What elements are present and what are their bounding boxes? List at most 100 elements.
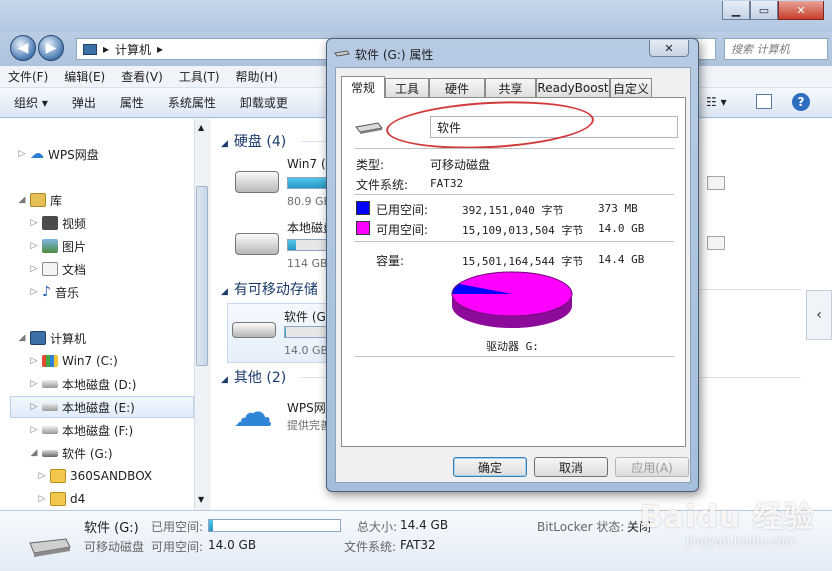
expand-arrow-icon[interactable]: ▷ xyxy=(28,218,40,228)
nav-pictures[interactable]: ▷ 图片 xyxy=(28,235,86,257)
expand-arrow-icon[interactable]: ▷ xyxy=(36,494,48,504)
details-free-value: 14.0 GB xyxy=(208,538,257,552)
details-fs-label: 文件系统: xyxy=(344,540,397,554)
expand-arrow-icon[interactable]: ▷ xyxy=(28,402,40,412)
minimize-button[interactable]: ▁ xyxy=(722,1,750,20)
nav-drive-g-label: 软件 (G:) xyxy=(62,446,113,461)
usb-drive-icon xyxy=(26,531,72,557)
menu-tools[interactable]: 工具(T) xyxy=(171,68,228,85)
view-options-icon[interactable]: ☷ ▾ xyxy=(706,95,727,109)
capacity-label: 容量: xyxy=(376,254,405,268)
expand-arrow-icon[interactable]: ▷ xyxy=(36,471,48,481)
collapse-arrow-icon[interactable]: ◢ xyxy=(16,333,28,343)
tab-hardware[interactable]: 硬件 xyxy=(429,78,485,97)
breadcrumb-computer[interactable]: 计算机 xyxy=(115,41,151,58)
cloud-icon: ☁ xyxy=(233,390,273,436)
search-input[interactable]: 搜索 计算机 xyxy=(724,38,828,60)
windows-drive-icon xyxy=(235,171,279,193)
nav-scrollbar-thumb[interactable] xyxy=(196,186,208,366)
minimize-icon: ▁ xyxy=(731,3,741,17)
nav-folder-360sandbox[interactable]: ▷ 360SANDBOX xyxy=(36,465,152,487)
expand-arrow-icon[interactable]: ▷ xyxy=(16,149,28,159)
free-label: 可用空间: xyxy=(376,223,429,237)
collapse-arrow-icon[interactable]: ◢ xyxy=(221,375,228,385)
scroll-up-icon[interactable]: ▲ xyxy=(198,123,204,132)
expand-arrow-icon[interactable]: ▷ xyxy=(28,425,40,435)
menu-file[interactable]: 文件(F) xyxy=(0,68,56,85)
free-bytes: 15,109,013,504 字节 xyxy=(462,224,584,237)
group-hard-disks-label: 硬盘 (4) xyxy=(233,134,287,150)
collapse-arrow-icon[interactable]: ◢ xyxy=(221,139,228,149)
video-icon xyxy=(42,216,58,230)
expand-arrow-icon[interactable]: ▷ xyxy=(28,241,40,251)
cancel-button[interactable]: 取消 xyxy=(534,457,608,477)
ok-button[interactable]: 确定 xyxy=(453,457,527,477)
menu-view[interactable]: 查看(V) xyxy=(113,68,171,85)
group-other[interactable]: ◢ 其他 (2) xyxy=(221,367,286,387)
drive-tile-c[interactable]: Win7 (C 80.9 GB xyxy=(231,157,334,209)
tab-general[interactable]: 常规 xyxy=(341,76,385,98)
maximize-button[interactable]: ▭ xyxy=(750,1,778,20)
nav-music[interactable]: ▷ ♪ 音乐 xyxy=(28,281,79,303)
system-properties-button[interactable]: 系统属性 xyxy=(154,94,226,111)
drive-tile-g[interactable]: 软件 (G 14.0 GB xyxy=(227,303,331,363)
group-removable[interactable]: ◢ 有可移动存储 xyxy=(221,279,318,299)
drive-usage-bar xyxy=(707,176,725,190)
close-button[interactable]: ✕ xyxy=(778,1,824,20)
computer-icon xyxy=(83,43,97,55)
nav-library[interactable]: ◢ 库 xyxy=(16,189,62,211)
nav-drive-f[interactable]: ▷ 本地磁盘 (F:) xyxy=(28,419,134,441)
collapse-arrow-icon[interactable]: ◢ xyxy=(221,287,228,297)
apply-button[interactable]: 应用(A) xyxy=(615,457,689,477)
menu-edit[interactable]: 编辑(E) xyxy=(56,68,113,85)
nav-drive-d[interactable]: ▷ 本地磁盘 (D:) xyxy=(28,373,137,395)
preview-pane-icon[interactable] xyxy=(756,94,772,109)
menu-help[interactable]: 帮助(H) xyxy=(228,68,286,85)
windows-drive-icon xyxy=(42,355,58,367)
expand-arrow-icon[interactable]: ▷ xyxy=(28,356,40,366)
group-hard-disks[interactable]: ◢ 硬盘 (4) xyxy=(221,131,286,151)
forward-button[interactable]: ▶ xyxy=(38,35,64,61)
drive-usage-bar xyxy=(287,177,331,189)
navigation-pane: ▷ ☁ WPS网盘 ◢ 库 ▷ 视频 ▷ 图片 ▷ 文档 ▷ ♪ 音乐 ◢ 计算… xyxy=(0,119,197,510)
back-button[interactable]: ◀ xyxy=(10,35,36,61)
expand-arrow-icon[interactable]: ▷ xyxy=(28,287,40,297)
free-color-swatch xyxy=(356,221,370,235)
group-other-label: 其他 (2) xyxy=(233,370,287,386)
tab-tools[interactable]: 工具 xyxy=(385,78,429,97)
breadcrumb-chevron-icon: ▸ xyxy=(157,42,164,56)
nav-computer[interactable]: ◢ 计算机 xyxy=(16,327,86,349)
nav-video-label: 视频 xyxy=(62,216,87,231)
separator xyxy=(354,356,674,357)
help-icon[interactable]: ? xyxy=(792,93,810,111)
nav-wps[interactable]: ▷ ☁ WPS网盘 xyxy=(16,143,99,165)
eject-button[interactable]: 弹出 xyxy=(58,94,106,111)
preview-expander[interactable]: ‹ xyxy=(806,290,832,340)
expand-arrow-icon[interactable]: ▷ xyxy=(28,379,40,389)
wps-tile[interactable]: ☁ WPS网盘 提供完善 xyxy=(231,393,338,439)
nav-drive-c[interactable]: ▷ Win7 (C:) xyxy=(28,350,118,372)
drive-tile-local[interactable]: 本地磁盘 114 GB xyxy=(231,219,335,271)
expand-arrow-icon[interactable]: ▷ xyxy=(28,264,40,274)
nav-wps-label: WPS网盘 xyxy=(48,147,99,162)
breadcrumb-separator-icon: ▸ xyxy=(103,42,110,56)
nav-video[interactable]: ▷ 视频 xyxy=(28,212,86,234)
tab-customize[interactable]: 自定义 xyxy=(610,78,652,97)
nav-drive-g[interactable]: ◢ 软件 (G:) xyxy=(28,442,113,464)
organize-button[interactable]: 组织 ▾ xyxy=(0,94,58,111)
nav-folder-d4[interactable]: ▷ d4 xyxy=(36,488,85,510)
properties-button[interactable]: 属性 xyxy=(106,94,154,111)
dialog-close-button[interactable]: ✕ xyxy=(649,40,689,57)
nav-documents[interactable]: ▷ 文档 xyxy=(28,258,86,280)
nav-drive-d-label: 本地磁盘 (D:) xyxy=(62,377,137,392)
tab-readyboost[interactable]: ReadyBoost xyxy=(536,78,610,97)
uninstall-button[interactable]: 卸载或更 xyxy=(226,94,298,111)
scroll-down-icon[interactable]: ▼ xyxy=(198,495,204,504)
collapse-arrow-icon[interactable]: ◢ xyxy=(28,448,40,458)
drive-label: 驱动器 G: xyxy=(486,340,539,353)
hard-drive-icon xyxy=(42,403,58,411)
nav-drive-e[interactable]: ▷ 本地磁盘 (E:) xyxy=(10,396,194,418)
tab-sharing[interactable]: 共享 xyxy=(485,78,536,97)
collapse-arrow-icon[interactable]: ◢ xyxy=(16,195,28,205)
nav-folder2-label: d4 xyxy=(70,492,86,506)
